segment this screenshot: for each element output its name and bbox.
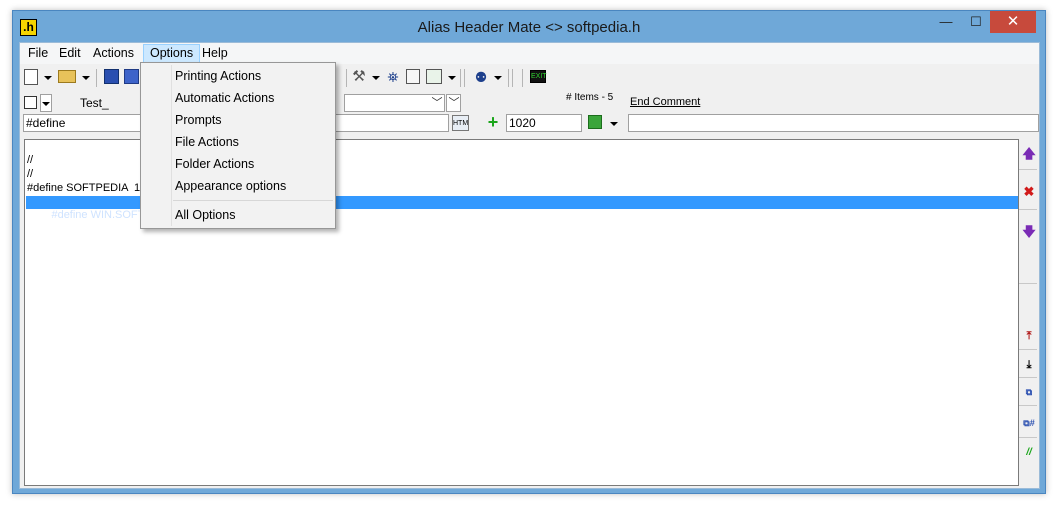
list-item-value: 1010: [512, 222, 537, 234]
menu-actions[interactable]: Actions: [87, 44, 140, 63]
menu-gutter: [171, 65, 172, 226]
sidebar-separator: [1019, 437, 1037, 438]
close-button[interactable]: ✕: [990, 11, 1036, 33]
list-item[interactable]: //: [27, 154, 33, 167]
comment-icon[interactable]: //: [1022, 446, 1036, 460]
tools-icon[interactable]: ⚒: [350, 69, 368, 85]
options-menu-dropdown: Printing Actions Automatic Actions Promp…: [140, 62, 336, 229]
chevron-down-icon[interactable]: ﹀: [431, 95, 443, 111]
list-item[interactable]: #define SOFTPEDIA 10: [27, 182, 146, 195]
toolbar-separator: [346, 69, 347, 87]
sidebar-separator: [1019, 349, 1037, 350]
menu-options[interactable]: Options: [143, 44, 201, 63]
window-title: Alias Header Mate <> softpedia.h: [417, 19, 641, 36]
items-count: # Items - 5: [566, 92, 614, 103]
chevron-down-icon[interactable]: [494, 76, 502, 80]
menu-item-appearance-options[interactable]: Appearance options: [175, 178, 286, 194]
duplicate-number-icon[interactable]: ⧉#: [1022, 416, 1036, 430]
delete-icon[interactable]: ✖: [1022, 185, 1036, 199]
toolbar-separator: [508, 69, 509, 87]
move-bottom-icon[interactable]: ⤓: [1022, 358, 1036, 372]
increment-icon[interactable]: [588, 115, 602, 129]
toolbar-separator: [96, 69, 97, 87]
maximize-button[interactable]: ☐: [961, 11, 991, 33]
sidebar-separator: [1019, 377, 1037, 378]
toolbar-separator: [460, 69, 461, 87]
chevron-down-icon[interactable]: [82, 76, 90, 80]
chevron-down-icon[interactable]: [610, 122, 618, 126]
menu-edit[interactable]: Edit: [53, 44, 87, 63]
new-file-icon[interactable]: [24, 69, 38, 85]
menu-item-folder-actions[interactable]: Folder Actions: [175, 156, 254, 172]
chevron-down-icon[interactable]: ﹀: [448, 95, 460, 111]
move-up-icon[interactable]: 🡅: [1022, 147, 1036, 161]
move-down-icon[interactable]: 🡇: [1022, 225, 1036, 239]
duplicate-icon[interactable]: ⧉: [1022, 385, 1036, 399]
toolbar-separator: [522, 69, 523, 87]
end-comment-label: End Comment: [630, 96, 701, 108]
menu-item-prompts[interactable]: Prompts: [175, 112, 222, 128]
list-icon[interactable]: [406, 69, 420, 84]
menu-separator: [173, 200, 333, 201]
test-label: Test_: [80, 96, 109, 110]
toolbar-separator: [464, 69, 465, 87]
toolbar-separator: [512, 69, 513, 87]
filter-combo[interactable]: [344, 94, 445, 112]
menu-item-file-actions[interactable]: File Actions: [175, 134, 239, 150]
sidebar-separator: [1019, 169, 1037, 170]
menu-item-automatic-actions[interactable]: Automatic Actions: [175, 90, 274, 106]
filter-checkbox[interactable]: [24, 96, 37, 109]
sidebar-separator: [1019, 283, 1037, 284]
sidebar-separator: [1019, 405, 1037, 406]
number-input[interactable]: 1020: [506, 114, 582, 132]
menu-item-printing-actions[interactable]: Printing Actions: [175, 68, 261, 84]
list-item[interactable]: //: [27, 168, 33, 181]
copy-icon[interactable]: [124, 69, 139, 84]
menu-file[interactable]: File: [22, 44, 54, 63]
people-icon[interactable]: ⚉: [472, 69, 490, 85]
open-folder-icon[interactable]: [58, 70, 76, 83]
chart-icon[interactable]: [426, 69, 442, 84]
move-top-icon[interactable]: ⤒: [1022, 329, 1036, 343]
chevron-down-icon[interactable]: [372, 76, 380, 80]
sidebar-separator: [1019, 209, 1037, 210]
html-export-icon[interactable]: HTM: [452, 115, 469, 131]
menu-bar: File Edit Actions Options Help: [20, 43, 1039, 64]
binoculars-find-icon[interactable]: ⛯: [384, 69, 402, 85]
chevron-down-icon[interactable]: [448, 76, 456, 80]
save-icon[interactable]: [104, 69, 119, 84]
end-comment-input[interactable]: [628, 114, 1039, 132]
chevron-down-icon[interactable]: [42, 102, 50, 106]
title-bar[interactable]: .h Alias Header Mate <> softpedia.h — ☐ …: [13, 11, 1045, 43]
add-icon[interactable]: +: [486, 113, 500, 131]
minimize-button[interactable]: —: [931, 11, 961, 33]
chevron-down-icon[interactable]: [44, 76, 52, 80]
exit-icon[interactable]: EXIT: [530, 70, 547, 83]
menu-help[interactable]: Help: [196, 44, 234, 63]
menu-item-all-options[interactable]: All Options: [175, 207, 235, 223]
